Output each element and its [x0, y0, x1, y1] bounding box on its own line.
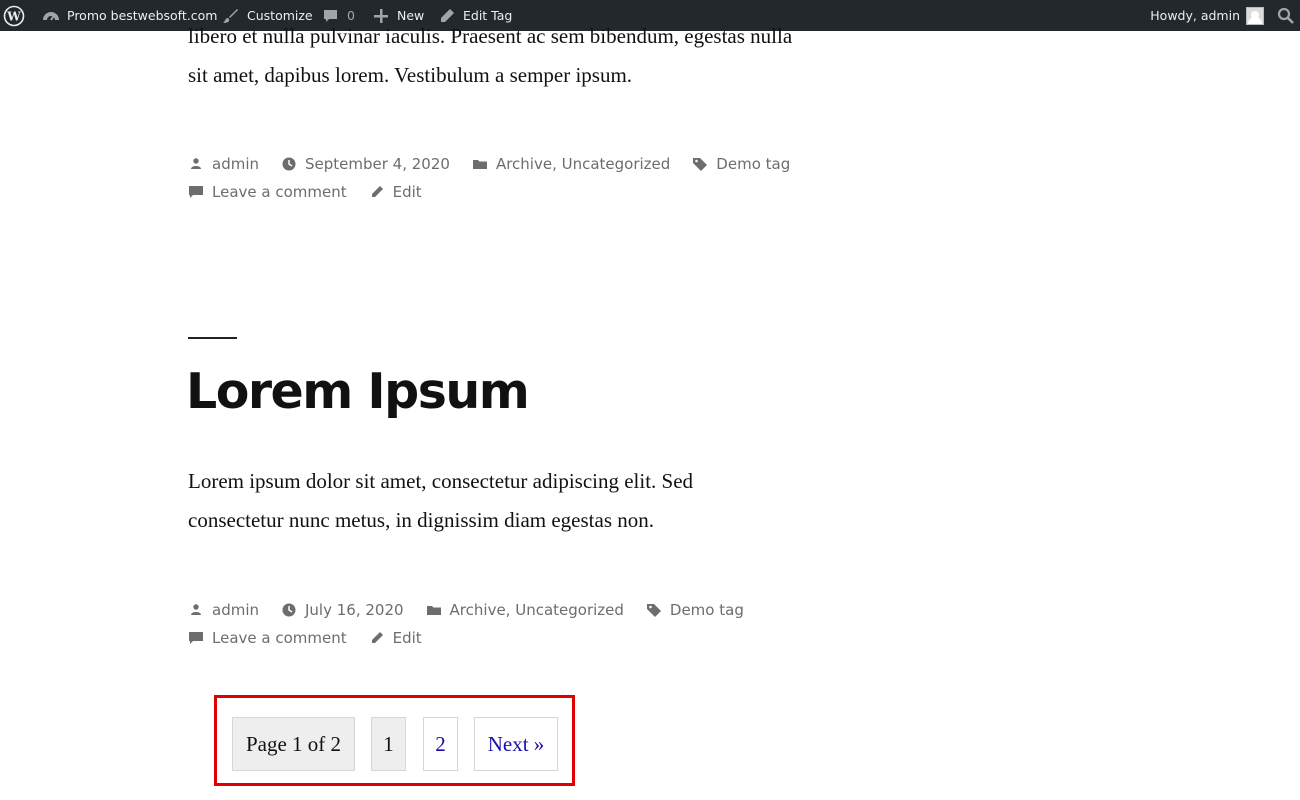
post-excerpt: Lorem ipsum dolor sit amet, consectetur … — [188, 462, 748, 540]
post-meta: admin July 16, 2020 Archive, Uncategoriz… — [188, 596, 744, 652]
pagination-current-page: 1 — [371, 717, 406, 771]
edit-link[interactable]: Edit — [369, 183, 422, 201]
excerpt-line: libero et nulla pulvinar iaculis. Praese… — [188, 24, 793, 48]
clock-icon — [281, 156, 297, 172]
comment-bubble-icon — [188, 630, 204, 646]
comment-bubble-icon — [188, 184, 204, 200]
pagination-info: Page 1 of 2 — [232, 717, 355, 771]
tag-icon — [646, 602, 662, 618]
previous-post-excerpt: libero et nulla pulvinar iaculis. Praese… — [188, 17, 828, 95]
pagination-page-2-link[interactable]: 2 — [423, 717, 458, 771]
howdy-label: Howdy, admin — [1150, 8, 1240, 23]
categories-link[interactable]: Archive, Uncategorized — [472, 155, 670, 173]
leave-comment-label: Leave a comment — [212, 629, 347, 647]
account-menu[interactable]: Howdy, admin — [1150, 0, 1264, 31]
author-name: admin — [212, 601, 259, 619]
search-icon[interactable] — [1276, 0, 1296, 31]
categories-link[interactable]: Archive, Uncategorized — [426, 601, 624, 619]
folder-icon — [472, 156, 488, 172]
person-icon — [188, 602, 204, 618]
post-tags: Demo tag — [669, 601, 744, 619]
post-tags: Demo tag — [716, 155, 791, 173]
wordpress-logo-icon[interactable]: W — [3, 0, 25, 31]
post-date: July 16, 2020 — [305, 601, 404, 619]
date-link[interactable]: September 4, 2020 — [281, 155, 450, 173]
date-link[interactable]: July 16, 2020 — [281, 601, 404, 619]
post-categories: Archive, Uncategorized — [495, 155, 671, 173]
dashboard-icon — [41, 6, 61, 26]
folder-icon — [426, 602, 442, 618]
pagination-next-link[interactable]: Next » — [474, 717, 558, 771]
excerpt-line: sit amet, dapibus lorem. Vestibulum a se… — [188, 63, 633, 87]
tags-link[interactable]: Demo tag — [646, 601, 744, 619]
leave-comment-link[interactable]: Leave a comment — [188, 629, 347, 647]
leave-comment-label: Leave a comment — [212, 183, 347, 201]
excerpt-line: Lorem ipsum dolor sit amet, consectetur … — [188, 469, 694, 493]
edit-link[interactable]: Edit — [369, 629, 422, 647]
author-link[interactable]: admin — [188, 155, 259, 173]
avatar — [1246, 6, 1264, 25]
post-divider — [188, 337, 237, 339]
pencil-icon — [369, 630, 385, 646]
post-title[interactable]: Lorem Ipsum — [186, 360, 530, 424]
person-icon — [188, 156, 204, 172]
edit-label: Edit — [392, 183, 422, 201]
leave-comment-link[interactable]: Leave a comment — [188, 183, 347, 201]
svg-text:W: W — [6, 9, 21, 23]
excerpt-line: consectetur nunc metus, in dignissim dia… — [188, 508, 654, 532]
pencil-icon — [369, 184, 385, 200]
post-categories: Archive, Uncategorized — [449, 601, 624, 619]
clock-icon — [281, 602, 297, 618]
previous-post-meta: admin September 4, 2020 Archive, Uncateg… — [188, 150, 790, 206]
tag-icon — [692, 156, 708, 172]
tags-link[interactable]: Demo tag — [692, 155, 790, 173]
edit-label: Edit — [392, 629, 422, 647]
author-name: admin — [212, 155, 259, 173]
author-link[interactable]: admin — [188, 601, 259, 619]
post-date: September 4, 2020 — [305, 155, 450, 173]
